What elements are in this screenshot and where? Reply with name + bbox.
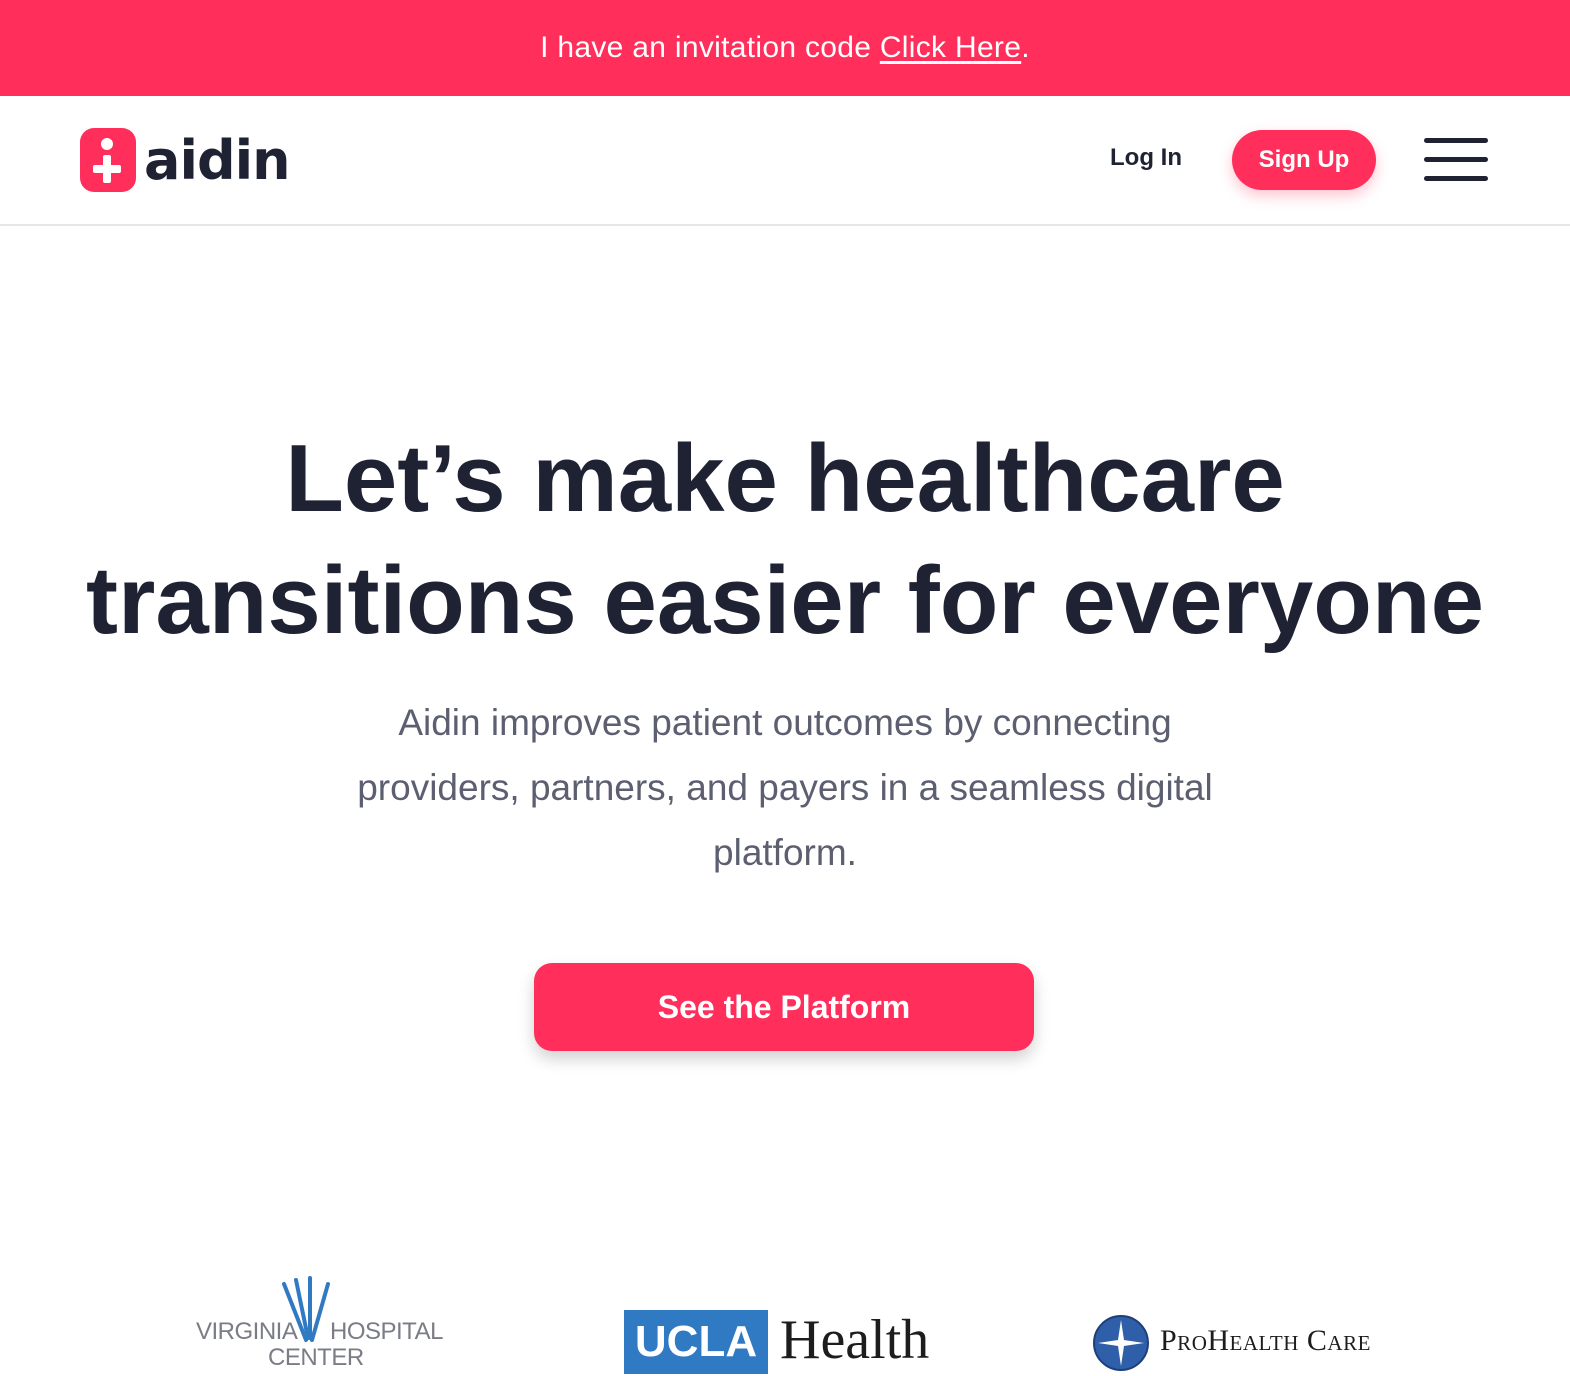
aidin-plus-icon	[80, 128, 136, 192]
menu-bar-middle	[1424, 157, 1488, 162]
prohealth-care-logo: ProHealth Care	[1090, 1310, 1420, 1376]
see-platform-button[interactable]: See the Platform	[534, 963, 1034, 1051]
menu-bar-top	[1424, 138, 1488, 143]
invitation-banner: I have an invitation code Click Here.	[0, 0, 1570, 96]
aidin-logo[interactable]: aidin	[80, 128, 291, 192]
hero-headline-line2: transitions easier for everyone	[86, 547, 1484, 654]
vhc-text-hospital: HOSPITAL	[330, 1318, 443, 1345]
hero-headline: Let’s make healthcare transitions easier…	[0, 418, 1570, 662]
ucla-health-logo: UCLA Health	[624, 1309, 944, 1376]
signup-button[interactable]: Sign Up	[1232, 130, 1376, 190]
prohealth-star-icon	[1093, 1315, 1149, 1371]
click-here-link[interactable]: Click Here	[880, 31, 1021, 65]
top-navbar: aidin Log In Sign Up	[0, 96, 1570, 226]
login-link[interactable]: Log In	[1110, 144, 1182, 172]
ucla-health-word: Health	[780, 1309, 930, 1371]
hero-subtitle: Aidin improves patient outcomes by conne…	[357, 702, 1213, 873]
invitation-suffix: .	[1021, 31, 1030, 64]
virginia-hospital-center-logo: VIRGINIA HOSPITAL CENTER	[190, 1276, 443, 1372]
hero-headline-line1: Let’s make healthcare	[285, 425, 1285, 532]
vhc-text-virginia: VIRGINIA	[196, 1318, 298, 1345]
menu-bar-bottom	[1424, 176, 1488, 181]
brand-name: aidin	[144, 128, 291, 192]
hamburger-menu-icon[interactable]	[1424, 138, 1488, 182]
prohealth-name: ProHealth Care	[1160, 1324, 1371, 1357]
ucla-box: UCLA	[624, 1310, 768, 1374]
vhc-text-center: CENTER	[268, 1344, 364, 1371]
invitation-text: I have an invitation code	[540, 31, 872, 64]
